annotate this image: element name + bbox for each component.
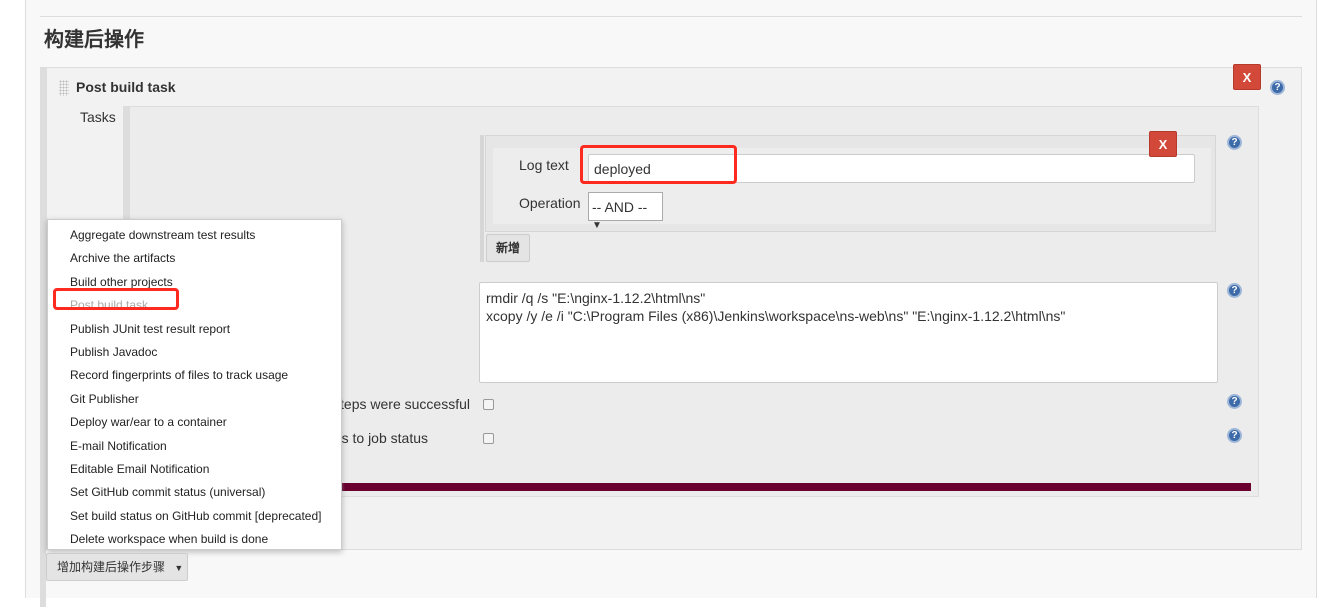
add-step-menu: Aggregate downstream test results Archive… [47,219,342,550]
menu-item[interactable]: Publish JUnit test result report [48,318,341,341]
tasks-label: Tasks [80,109,116,125]
help-icon[interactable]: ? [1227,428,1242,443]
menu-item[interactable]: Deploy war/ear to a container [48,411,341,434]
operation-label: Operation [519,195,581,211]
add-log-button[interactable]: 新增 [486,234,530,262]
help-icon[interactable]: ? [1227,135,1242,150]
operation-value: -- AND -- [592,199,648,215]
menu-item[interactable]: E-mail Notification [48,435,341,458]
drag-handle-icon[interactable] [59,80,69,96]
menu-item[interactable]: Editable Email Notification [48,458,341,481]
divider [40,16,1302,17]
add-post-build-step-button[interactable]: 增加构建后操作步骤 ▼ [46,553,188,581]
checkbox[interactable] [483,433,494,444]
log-bar [480,135,484,262]
help-icon[interactable]: ? [1227,283,1242,298]
log-text-label: Log text [519,157,569,173]
menu-item[interactable]: Git Publisher [48,388,341,411]
caret-down-icon: ▼ [174,563,184,573]
delete-step-button[interactable]: X [1233,64,1261,90]
dropdown-arrow-icon: ▼ [592,220,602,231]
menu-item[interactable]: Delete workspace when build is done [48,528,341,551]
help-icon[interactable]: ? [1227,394,1242,409]
highlight-box [580,145,737,184]
menu-item[interactable]: Record fingerprints of files to track us… [48,364,341,387]
menu-item[interactable]: Aggregate downstream test results [48,224,341,247]
menu-item[interactable]: Set build status on GitHub commit [depre… [48,505,341,528]
script-textarea[interactable]: rmdir /q /s "E:\nginx-1.12.2\html\ns" xc… [479,282,1218,383]
checkbox[interactable] [483,399,494,410]
help-icon[interactable]: ? [1270,80,1285,95]
operation-select[interactable]: -- AND -- ▼ [588,192,663,231]
menu-item[interactable]: Set GitHub commit status (universal) [48,481,341,504]
panel-title: Post build task [76,79,176,95]
menu-item[interactable]: Publish Javadoc [48,341,341,364]
progress-bar [330,483,1251,491]
menu-item[interactable]: Archive the artifacts [48,247,341,270]
section-title: 构建后操作 [44,29,144,51]
delete-log-button[interactable]: X [1149,131,1177,157]
add-step-label: 增加构建后操作步骤 [57,560,166,574]
highlight-box [53,288,179,310]
